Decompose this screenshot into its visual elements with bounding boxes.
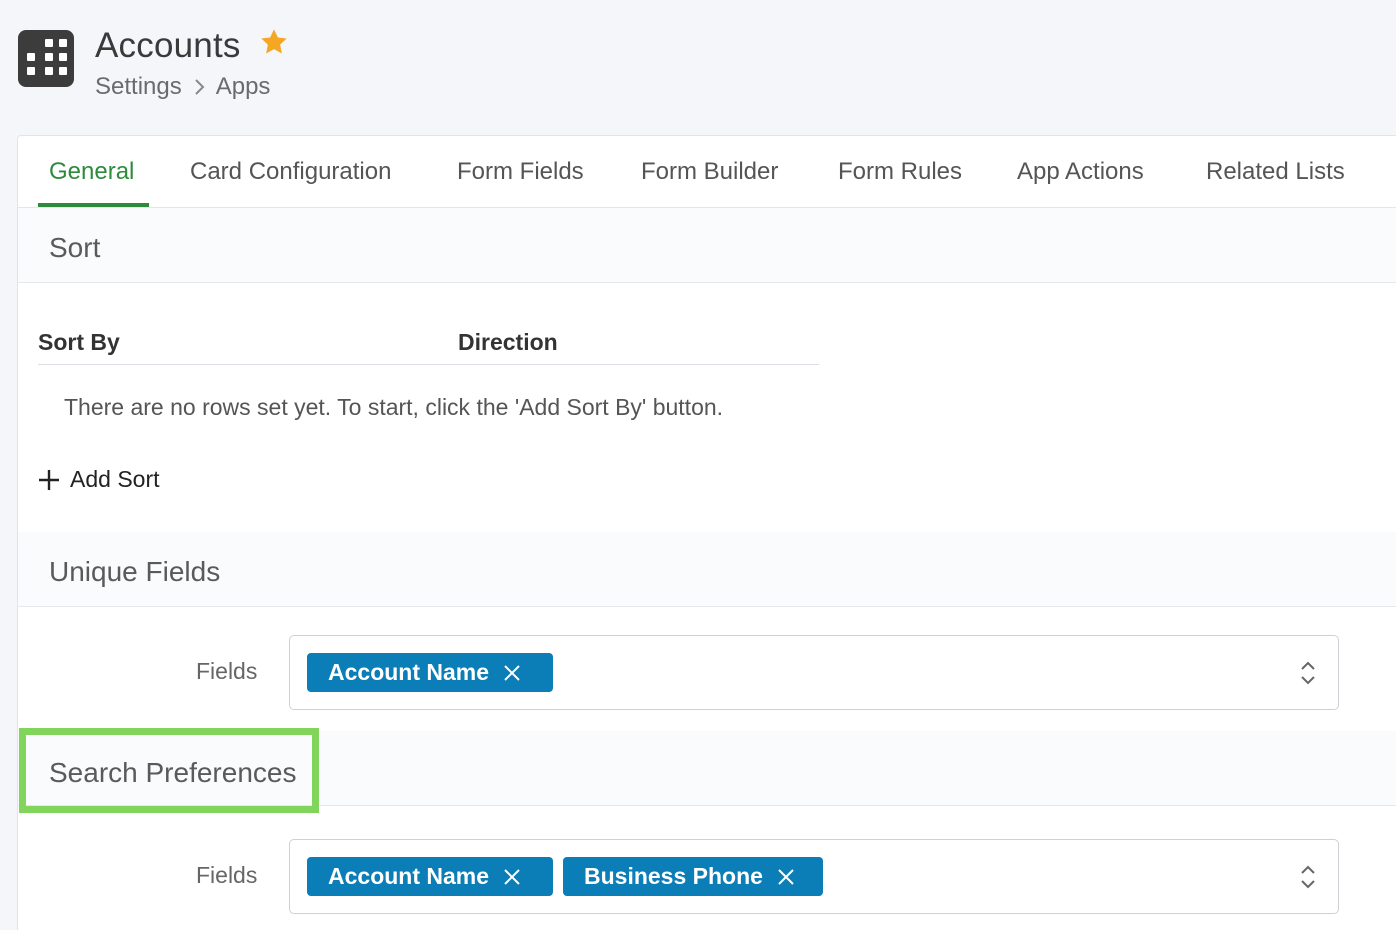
search-fields-select[interactable]: Account Name Business Phone [289,839,1339,914]
remove-x-icon[interactable] [503,868,521,886]
tab-form-builder[interactable]: Form Builder [641,158,778,186]
unique-fields-heading: Unique Fields [49,556,221,587]
chevron-right-icon [195,79,205,95]
tab-form-fields[interactable]: Form Fields [457,158,584,186]
search-field-chip: Account Name [307,857,553,896]
select-updown-icon[interactable] [1300,660,1316,686]
search-field-chip: Business Phone [563,857,823,896]
unique-fields-section-header: Unique Fields [18,532,1396,607]
apps-grid-icon [18,30,74,87]
tab-card-configuration[interactable]: Card Configuration [190,158,391,186]
tab-related-lists[interactable]: Related Lists [1206,158,1345,186]
chip-label: Business Phone [584,863,763,889]
plus-icon [39,469,59,490]
breadcrumb-settings[interactable]: Settings [95,73,182,101]
unique-field-chip: Account Name [307,653,553,692]
direction-column-header: Direction [458,329,558,355]
tab-bar: General Card Configuration Form Fields F… [18,136,1396,208]
select-updown-icon[interactable] [1300,864,1316,890]
breadcrumb-apps[interactable]: Apps [216,73,271,101]
sort-section-header: Sort [18,208,1396,283]
highlight-box [19,728,319,813]
remove-x-icon[interactable] [777,868,795,886]
tab-form-rules[interactable]: Form Rules [838,158,962,186]
breadcrumb: Settings Apps [95,73,270,101]
empty-sort-message: There are no rows set yet. To start, cli… [64,394,724,420]
search-fields-label: Fields [196,862,258,888]
table-header-divider [38,364,819,365]
add-sort-label: Add Sort [70,466,160,492]
active-tab-indicator [38,203,149,207]
chip-label: Account Name [328,659,490,685]
tab-app-actions[interactable]: App Actions [1017,158,1144,186]
sort-heading: Sort [49,232,101,263]
unique-fields-select[interactable]: Account Name [289,635,1339,710]
favorite-star-icon[interactable] [258,26,290,58]
remove-x-icon[interactable] [503,664,521,682]
tab-general[interactable]: General [49,158,134,186]
sort-by-column-header: Sort By [38,329,120,355]
unique-fields-label: Fields [196,658,258,684]
chip-label: Account Name [328,863,490,889]
page-title: Accounts [95,26,241,65]
page-header: Accounts Settings Apps [18,24,618,114]
add-sort-button[interactable]: Add Sort [38,466,160,493]
